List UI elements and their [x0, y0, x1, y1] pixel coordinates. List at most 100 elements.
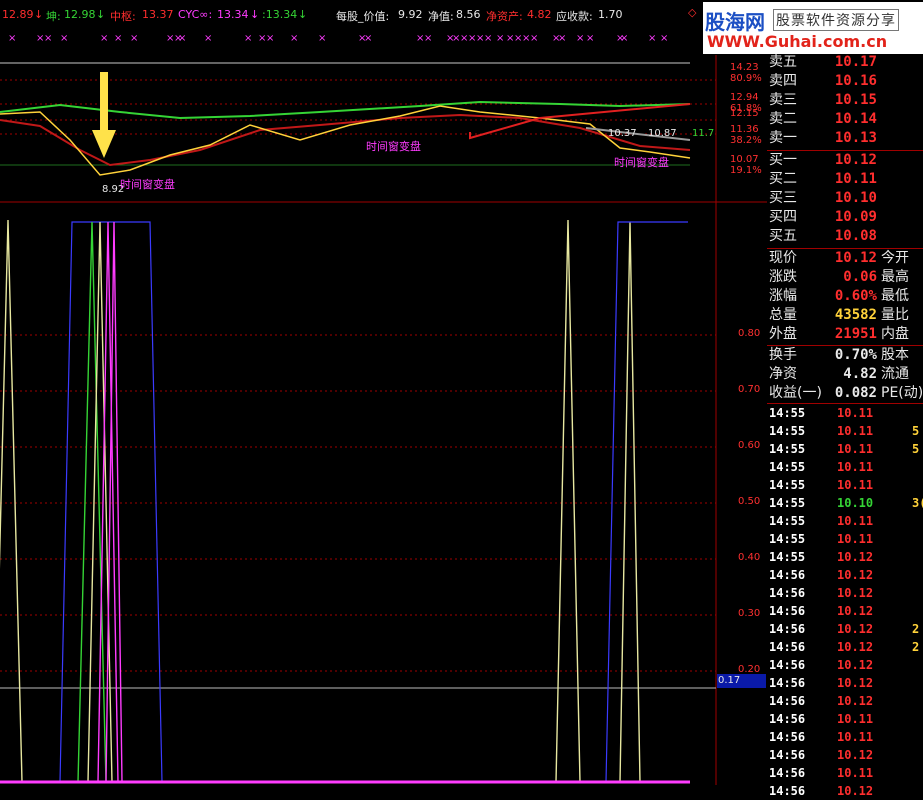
- point-label: 11.7: [692, 128, 715, 139]
- row-label: 总量: [769, 307, 797, 323]
- tick-row[interactable]: 14:56 10.12 2: [767, 620, 923, 638]
- signal-marker: ×: [318, 33, 326, 44]
- indicator-plateau: [605, 221, 688, 783]
- tick-row[interactable]: 14:56 10.12: [767, 746, 923, 764]
- ask-row[interactable]: 卖四 10.16: [767, 72, 923, 90]
- tick-row[interactable]: 14:56 10.12: [767, 566, 923, 584]
- tick-row[interactable]: 14:55 10.11: [767, 512, 923, 530]
- indicator-tick: 0.70: [738, 384, 761, 395]
- signal-marker: ×: [114, 33, 122, 44]
- row-label: 涨幅: [769, 288, 797, 304]
- tick-price: 10.12: [837, 622, 874, 636]
- tick-row[interactable]: 14:55 10.10 3(: [767, 494, 923, 512]
- tick-price: 10.12: [837, 586, 874, 600]
- tick-price: 10.11: [837, 460, 874, 474]
- bid-row[interactable]: 买五 10.08: [767, 227, 923, 245]
- tick-price: 10.12: [837, 604, 874, 618]
- tick-time: 14:56: [769, 586, 806, 600]
- signal-marker: ×: [266, 33, 274, 44]
- stat-row[interactable]: 换手 0.70% 股本: [767, 346, 923, 364]
- time-window-annotation: 时间窗变盘: [614, 156, 669, 169]
- signal-marker: ×: [8, 33, 16, 44]
- tick-row[interactable]: 14:56 10.12: [767, 584, 923, 602]
- ask-row[interactable]: 卖三 10.15: [767, 91, 923, 109]
- indicator-spike: [555, 219, 581, 783]
- row-right-label: 今开: [881, 250, 909, 266]
- tick-price: 10.11: [837, 712, 874, 726]
- tick-row[interactable]: 14:56 10.12: [767, 674, 923, 692]
- row-value: 0.06: [843, 269, 877, 285]
- row-value: 10.17: [834, 54, 877, 70]
- row-value: 10.15: [834, 92, 877, 108]
- stat-row[interactable]: 外盘 21951 内盘: [767, 325, 923, 343]
- row-right-label: 最低: [881, 288, 909, 304]
- signal-marker: ×: [364, 33, 372, 44]
- tick-time: 14:56: [769, 694, 806, 708]
- stat-row[interactable]: 涨幅 0.60% 最低: [767, 287, 923, 305]
- row-value: 10.12: [834, 250, 877, 266]
- row-right-label: 股本: [881, 347, 909, 363]
- tick-time: 14:55: [769, 406, 806, 420]
- signal-marker: ×: [660, 33, 668, 44]
- tick-time: 14:56: [769, 748, 806, 762]
- row-label: 买二: [769, 171, 797, 187]
- tick-row[interactable]: 14:55 10.11: [767, 404, 923, 422]
- tick-volume: 2: [912, 640, 920, 654]
- stat-row[interactable]: 收益(一) 0.082 PE(动): [767, 384, 923, 402]
- down-arrow-icon: [92, 72, 116, 158]
- bid-row[interactable]: 买三 10.10: [767, 189, 923, 207]
- row-value: 43582: [834, 307, 877, 323]
- tick-row[interactable]: 14:55 10.11: [767, 530, 923, 548]
- signal-marker: ×: [244, 33, 252, 44]
- signal-marker: ×: [100, 33, 108, 44]
- tick-row[interactable]: 14:56 10.12 2: [767, 638, 923, 656]
- ask-row[interactable]: 卖二 10.14: [767, 110, 923, 128]
- tick-row[interactable]: 14:56 10.12: [767, 692, 923, 710]
- quote-panel: 卖五 10.17 卖四 10.16 卖三 10.15 卖二 10.14 卖一 10.13 买一 10.…: [767, 53, 923, 798]
- indicator-tick: 0.50: [738, 496, 761, 507]
- row-label: 收益(一): [769, 385, 822, 401]
- tick-time: 14:55: [769, 460, 806, 474]
- tick-row[interactable]: 14:56 10.12: [767, 602, 923, 620]
- stat-row[interactable]: 总量 43582 量比: [767, 306, 923, 324]
- signal-marker: ×: [620, 33, 628, 44]
- indicator-plateau: [59, 221, 163, 783]
- ask-row[interactable]: 卖五 10.17: [767, 53, 923, 71]
- stat-row[interactable]: 现价 10.12 今开: [767, 249, 923, 267]
- tick-price: 10.12: [837, 658, 874, 672]
- signal-marker: ×: [130, 33, 138, 44]
- tick-price: 10.11: [837, 406, 874, 420]
- indicator-tick: 0.40: [738, 552, 761, 563]
- row-value: 10.12: [834, 152, 877, 168]
- tick-row[interactable]: 14:55 10.11 5: [767, 422, 923, 440]
- signal-marker: ×: [60, 33, 68, 44]
- signal-marker: ×: [44, 33, 52, 44]
- stat-row[interactable]: 涨跌 0.06 最高: [767, 268, 923, 286]
- row-value: 10.14: [834, 111, 877, 127]
- stat-row[interactable]: 净资 4.82 流通: [767, 365, 923, 383]
- indicator-tick: 0.60: [738, 440, 761, 451]
- tick-row[interactable]: 14:55 10.11: [767, 476, 923, 494]
- bid-row[interactable]: 买二 10.11: [767, 170, 923, 188]
- indicator-tick: 0.30: [738, 608, 761, 619]
- row-label: 买四: [769, 209, 797, 225]
- tick-row[interactable]: 14:56 10.12: [767, 656, 923, 674]
- bid-row[interactable]: 买一 10.12: [767, 151, 923, 169]
- tick-row[interactable]: 14:55 10.11: [767, 458, 923, 476]
- ask-row[interactable]: 卖一 10.13: [767, 129, 923, 147]
- row-value: 10.09: [834, 209, 877, 225]
- tick-row[interactable]: 14:56 10.11: [767, 764, 923, 782]
- price-tick: 14.23: [730, 62, 759, 73]
- tick-volume: 3(: [912, 496, 923, 510]
- tick-row[interactable]: 14:56 10.11: [767, 728, 923, 746]
- tick-row[interactable]: 14:55 10.11 5: [767, 440, 923, 458]
- tick-time: 14:55: [769, 496, 806, 510]
- bid-row[interactable]: 买四 10.09: [767, 208, 923, 226]
- tick-row[interactable]: 14:56 10.11: [767, 710, 923, 728]
- chart-canvas[interactable]: × × × × × × × × ×× × × × × × × ×× × × ×× × × × × × × × × × ×× × × ×× × ×: [0, 0, 767, 785]
- tick-volume: 5: [912, 424, 920, 438]
- tick-price: 10.12: [837, 550, 874, 564]
- tick-price: 10.11: [837, 514, 874, 528]
- tick-row[interactable]: 14:55 10.12: [767, 548, 923, 566]
- row-value: 0.082: [834, 385, 877, 401]
